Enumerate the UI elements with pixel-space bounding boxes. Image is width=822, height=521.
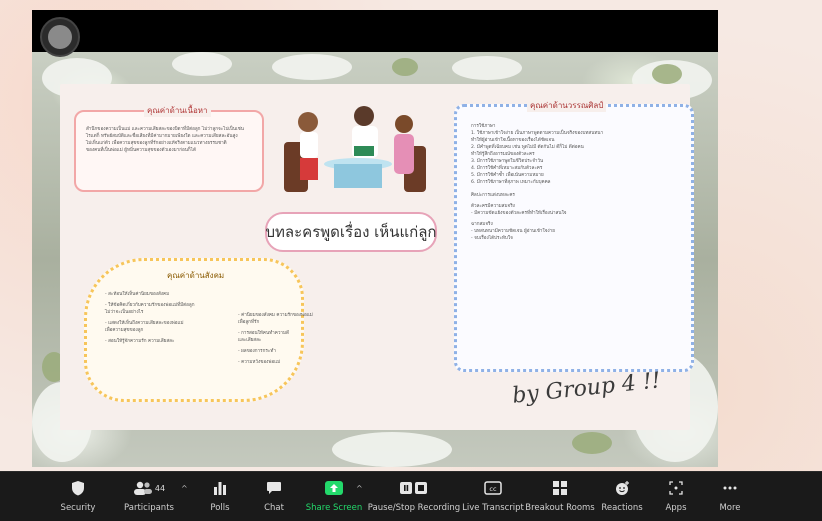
more-icon (723, 486, 737, 490)
main-title: บทละครพูดเรื่อง เห็นแก่ลูก (265, 223, 437, 241)
reactions-icon (616, 481, 629, 495)
breakout-rooms-icon (553, 481, 567, 495)
social-value-text: - สะท้อนให้เห็นค่านิยมของสังคม - ให้ข้อค… (105, 292, 195, 344)
group-signature: by Group 4 !! (511, 368, 662, 409)
polls-button[interactable]: Polls (206, 478, 234, 518)
recording-icon (400, 482, 427, 494)
participants-icon (133, 481, 152, 495)
svg-text:cc: cc (489, 485, 497, 493)
presentation-slide: คุณค่าด้านเนื้อหา สำนึกของความเป็นแม่ แล… (60, 84, 694, 430)
participants-button[interactable]: 44 Participants (124, 478, 174, 518)
share-top-bar (32, 10, 718, 52)
social-value-extra-text: - ค่านิยมของสังคม ความรักของพ่อแม่ เพื่อ… (238, 313, 313, 365)
apps-button[interactable]: Apps (662, 478, 690, 518)
shield-icon (72, 481, 84, 496)
live-transcript-button[interactable]: cc Live Transcript (462, 478, 524, 518)
participants-count: 44 (154, 483, 166, 493)
meeting-toolbar: Security 44 Participants ^ Polls Chat Sh… (0, 471, 822, 521)
participants-caret-icon[interactable]: ^ (181, 484, 188, 493)
more-button[interactable]: More (716, 478, 744, 518)
reactions-button[interactable]: Reactions (601, 478, 643, 518)
chat-icon (267, 482, 281, 494)
share-screen-icon (325, 481, 343, 495)
content-value-title: คุณค่าด้านเนื้อหา (144, 104, 211, 117)
polls-icon (214, 482, 226, 495)
main-title-box: บทละครพูดเรื่อง เห็นแก่ลูก (265, 212, 437, 252)
content-value-text: สำนึกของความเป็นแม่ และความเสียสละของบิด… (86, 127, 244, 153)
characters-illustration (284, 106, 426, 192)
share-caret-icon[interactable]: ^ (356, 484, 363, 493)
art-value-title: คุณค่าด้านวรรณศิลป์ (527, 99, 607, 112)
self-video-thumbnail[interactable] (40, 17, 80, 57)
security-button[interactable]: Security (60, 478, 96, 518)
art-value-text: การใช้ภาษา 1. ใช้ภาษาเข้าใจง่าย เป็นภาษา… (471, 124, 604, 241)
chat-button[interactable]: Chat (260, 478, 288, 518)
share-screen-button[interactable]: Share Screen (306, 478, 362, 518)
art-value-box: คุณค่าด้านวรรณศิลป์ การใช้ภาษา 1. ใช้ภาษ… (454, 99, 694, 372)
apps-icon (669, 481, 683, 495)
breakout-rooms-button[interactable]: Breakout Rooms (525, 478, 595, 518)
content-value-box: คุณค่าด้านเนื้อหา สำนึกของความเป็นแม่ แล… (74, 104, 264, 192)
pause-stop-recording-button[interactable]: Pause/Stop Recording (368, 478, 460, 518)
cc-icon: cc (484, 481, 502, 495)
social-value-title: คุณค่าด้านสังคม (167, 271, 225, 280)
